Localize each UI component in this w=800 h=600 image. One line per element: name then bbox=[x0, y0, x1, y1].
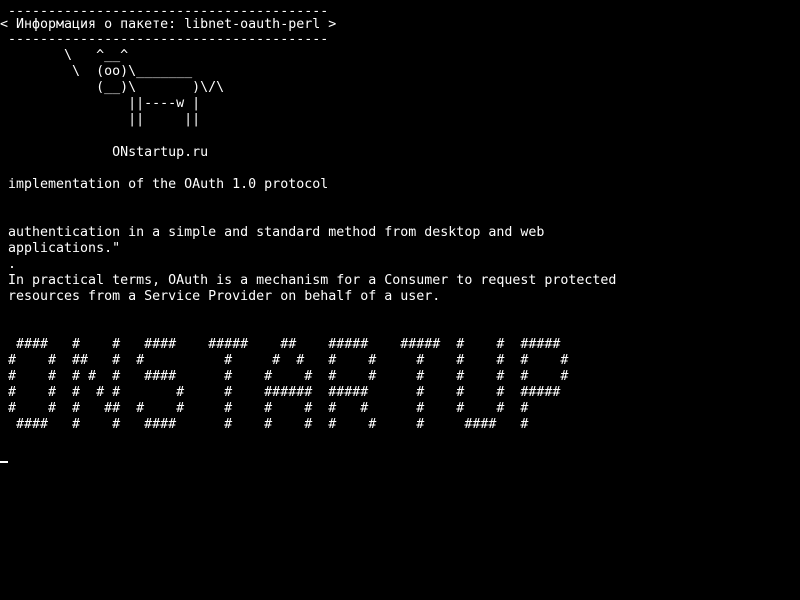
cow-art-line: ||----w | bbox=[0, 96, 201, 111]
ascii-banner-line: # # # # # #### # # # # # # # # # # bbox=[0, 369, 569, 384]
description-line: resources from a Service Provider on beh… bbox=[0, 289, 441, 304]
cow-art-line: (__)\ )\/\ bbox=[0, 80, 225, 95]
cow-art-line: \ (oo)\_______ bbox=[0, 64, 193, 79]
cow-art-line: \ ^__^ bbox=[0, 48, 129, 63]
ascii-banner-line: #### # # #### # # # # # # #### # bbox=[0, 417, 529, 432]
description-line: authentication in a simple and standard … bbox=[0, 225, 545, 240]
banner-title: < Информация о пакете: libnet-oauth-perl… bbox=[0, 17, 337, 32]
ascii-banner-line: # # # ## # # # # # # # # # # # bbox=[0, 401, 529, 416]
description-line: applications." bbox=[0, 241, 121, 256]
cow-art-line: || || bbox=[0, 112, 201, 127]
description-line: In practical terms, OAuth is a mechanism… bbox=[0, 273, 617, 288]
text-cursor[interactable] bbox=[0, 461, 8, 463]
description-line: . bbox=[0, 257, 17, 272]
banner-bottom-border: ---------------------------------------- bbox=[0, 32, 337, 47]
ascii-banner-line: # # # # # # # ###### ##### # # # ##### bbox=[0, 385, 561, 400]
terminal-screen: ----------------------------------------… bbox=[0, 0, 800, 600]
ascii-banner-line: # # ## # # # # # # # # # # # # bbox=[0, 353, 569, 368]
site-label: ONstartup.ru bbox=[0, 145, 209, 160]
ascii-banner-line: #### # # #### ##### ## ##### ##### # # #… bbox=[0, 337, 561, 352]
description-line: implementation of the OAuth 1.0 protocol bbox=[0, 177, 329, 192]
